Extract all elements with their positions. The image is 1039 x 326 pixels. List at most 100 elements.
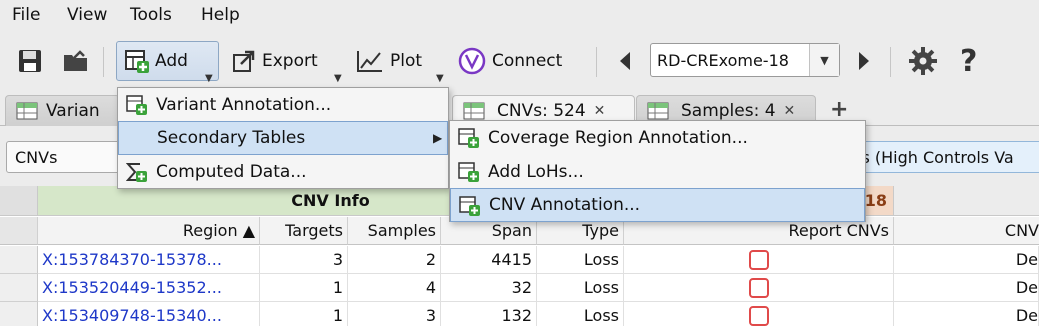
plot-icon xyxy=(357,51,382,72)
add-button[interactable]: Add xyxy=(116,41,219,81)
connect-label: Connect xyxy=(492,51,563,71)
cell-value: De xyxy=(1015,306,1038,325)
cell-value: De xyxy=(1015,278,1038,297)
plot-label: Plot xyxy=(390,51,423,71)
row-header[interactable] xyxy=(0,302,38,326)
filter-field[interactable]: CNVs xyxy=(6,141,126,173)
cell-value: De xyxy=(1015,250,1038,269)
report-cnvs-cell[interactable] xyxy=(624,274,894,302)
table-icon xyxy=(16,102,38,120)
menu-file[interactable]: File xyxy=(12,5,40,25)
row-header[interactable] xyxy=(0,274,38,302)
cnv-cell: De xyxy=(894,274,1039,302)
toolbar: Add ▼ Export ▼ Plot ▼ Connect RD-CRExome… xyxy=(0,33,1039,89)
cell-value: 1 xyxy=(332,306,343,325)
plot-dropdown-caret[interactable]: ▼ xyxy=(436,73,444,84)
tab-label: CNVs: 524 xyxy=(497,101,586,121)
triangle-right-icon xyxy=(859,52,869,70)
previous-dataset-button[interactable] xyxy=(618,41,632,81)
tab-label: Samples: 4 xyxy=(681,101,776,121)
help-icon[interactable]: ? xyxy=(960,41,977,81)
targets-cell: 1 xyxy=(260,274,348,302)
cell-value: 3 xyxy=(332,250,343,269)
filter-query[interactable]: is (High Controls Va xyxy=(848,141,1039,173)
toolbar-divider xyxy=(596,47,597,77)
column-header-label: Span xyxy=(491,221,532,240)
toolbar-divider xyxy=(103,47,104,77)
cell-value: Loss xyxy=(583,306,619,325)
menu-item-label: Variant Annotation... xyxy=(156,95,332,115)
add-dropdown-caret[interactable]: ▼ xyxy=(205,73,213,84)
close-icon[interactable]: ✕ xyxy=(784,103,796,119)
menu-help[interactable]: Help xyxy=(201,5,240,25)
close-icon[interactable]: ✕ xyxy=(594,103,606,119)
triangle-left-icon xyxy=(620,52,630,70)
cell-value: 32 xyxy=(511,278,532,297)
samples-cell: 3 xyxy=(348,302,441,326)
region-link[interactable]: X:153409748-15340... xyxy=(42,306,222,325)
cell-value: 1 xyxy=(332,278,343,297)
cell-value: 4415 xyxy=(491,250,532,269)
save-button[interactable] xyxy=(18,41,42,81)
report-cnvs-cell[interactable] xyxy=(624,302,894,326)
add-menu: Variant Annotation... Secondary Tables ▶… xyxy=(117,87,449,189)
cell-value: Loss xyxy=(583,250,619,269)
add-table-icon xyxy=(126,95,147,115)
row-header[interactable] xyxy=(0,246,38,274)
region-cell[interactable]: X:153520449-15352... xyxy=(38,274,260,302)
menu-item-label: CNV Annotation... xyxy=(489,195,641,215)
column-header-label: Type xyxy=(582,221,619,240)
filter-query-text: is (High Controls Va xyxy=(857,147,1014,167)
save-icon xyxy=(19,50,41,72)
add-table-icon xyxy=(459,196,480,216)
dataset-select-value: RD-CRExome-18 xyxy=(657,50,789,70)
menu-view[interactable]: View xyxy=(67,5,107,25)
menu-item-add-lohs[interactable]: Add LoHs... xyxy=(450,155,865,189)
report-checkbox[interactable] xyxy=(748,277,769,298)
region-cell[interactable]: X:153409748-15340... xyxy=(38,302,260,326)
export-button[interactable]: Export xyxy=(232,41,318,81)
report-checkbox[interactable] xyxy=(748,249,769,270)
menu-item-variant-annotation[interactable]: Variant Annotation... xyxy=(118,88,448,122)
corner-cell xyxy=(0,186,38,216)
span-cell: 4415 xyxy=(441,246,537,274)
connect-button[interactable]: Connect xyxy=(458,41,562,81)
column-header-label: Report CNVs xyxy=(788,221,889,240)
tab-variants[interactable]: Varian xyxy=(5,95,120,126)
targets-cell: 3 xyxy=(260,246,348,274)
dataset-select[interactable]: RD-CRExome-18 ▼ xyxy=(650,43,840,77)
cnv-cell: De xyxy=(894,246,1039,274)
column-header-cnv[interactable]: CNV xyxy=(894,217,1039,245)
menu-tools[interactable]: Tools xyxy=(130,5,172,25)
next-dataset-button[interactable] xyxy=(857,41,871,81)
group-header-label: 18 xyxy=(864,191,887,210)
open-button[interactable] xyxy=(62,41,90,81)
menu-item-label: Add LoHs... xyxy=(488,162,584,182)
gear-icon xyxy=(909,47,937,75)
column-header-region[interactable]: Region ▲ xyxy=(38,217,260,245)
chevron-down-icon[interactable]: ▼ xyxy=(809,44,839,76)
region-cell[interactable]: X:153784370-15378... xyxy=(38,246,260,274)
group-header-blank xyxy=(894,186,1039,216)
menu-item-secondary-tables[interactable]: Secondary Tables ▶ xyxy=(118,121,448,155)
column-header-targets[interactable]: Targets xyxy=(260,217,348,245)
report-cnvs-cell[interactable] xyxy=(624,246,894,274)
column-header-label: Region ▲ xyxy=(182,221,255,240)
cell-value: 4 xyxy=(425,278,436,297)
row-number-header xyxy=(0,217,38,245)
secondary-tables-menu: Coverage Region Annotation... Add LoHs..… xyxy=(449,120,866,222)
export-dropdown-caret[interactable]: ▼ xyxy=(334,73,342,84)
menu-item-label: Secondary Tables xyxy=(157,128,306,148)
column-header-samples[interactable]: Samples xyxy=(348,217,441,245)
menu-item-coverage-region-annotation[interactable]: Coverage Region Annotation... xyxy=(450,121,865,155)
report-checkbox[interactable] xyxy=(748,305,769,326)
region-link[interactable]: X:153520449-15352... xyxy=(42,278,222,297)
add-tab-icon[interactable]: + xyxy=(830,97,848,122)
menu-bar: File View Tools Help xyxy=(0,0,1039,32)
menu-item-computed-data[interactable]: Computed Data... xyxy=(118,155,448,189)
plot-button[interactable]: Plot xyxy=(356,41,422,81)
region-link[interactable]: X:153784370-15378... xyxy=(42,250,222,269)
column-header-label: Targets xyxy=(285,221,343,240)
menu-item-cnv-annotation[interactable]: CNV Annotation... xyxy=(450,188,865,222)
settings-button[interactable] xyxy=(908,41,938,81)
